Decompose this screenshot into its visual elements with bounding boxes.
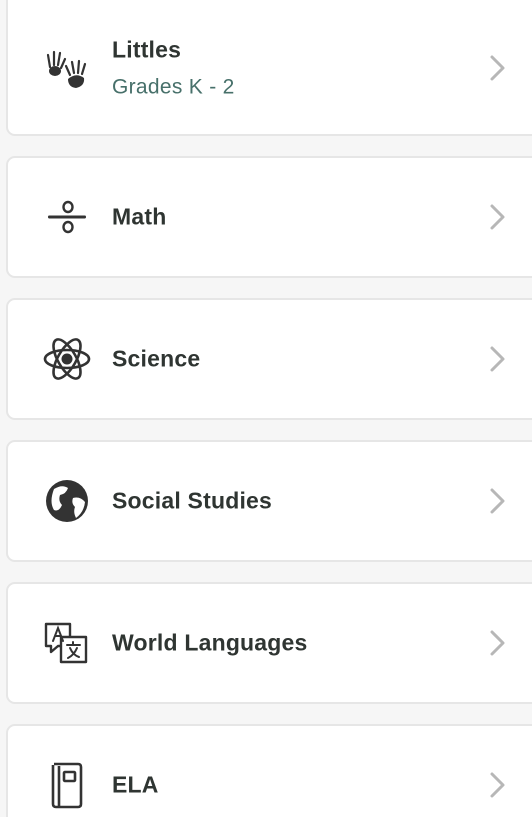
fraction-icon xyxy=(40,190,94,244)
subject-title: ELA xyxy=(112,771,159,798)
subject-card-science[interactable]: Science xyxy=(6,298,532,420)
subject-title: Science xyxy=(112,345,201,372)
globe-icon xyxy=(40,474,94,528)
chevron-right-icon xyxy=(490,630,505,656)
subject-title: Social Studies xyxy=(112,487,273,514)
chevron-right-icon xyxy=(490,346,505,372)
subject-title: Littles xyxy=(112,36,182,63)
subject-title: Math xyxy=(112,203,167,230)
chevron-right-icon xyxy=(490,55,505,81)
subject-card-math[interactable]: Math xyxy=(6,156,532,278)
chevron-right-icon xyxy=(490,488,505,514)
subject-title: World Languages xyxy=(112,629,308,656)
book-icon xyxy=(40,758,94,812)
subject-card-world-languages[interactable]: World Languages xyxy=(6,582,532,704)
chevron-right-icon xyxy=(490,204,505,230)
subject-card-littles[interactable]: Littles Grades K - 2 xyxy=(6,0,532,136)
subject-card-social-studies[interactable]: Social Studies xyxy=(6,440,532,562)
subject-card-ela[interactable]: ELA xyxy=(6,724,532,817)
atom-icon xyxy=(40,332,94,386)
translate-icon xyxy=(40,616,94,670)
chevron-right-icon xyxy=(490,772,505,798)
handprints-icon xyxy=(40,41,94,95)
subject-subtitle: Grades K - 2 xyxy=(112,75,235,99)
subject-list: Littles Grades K - 2 Math Science Social… xyxy=(0,0,532,817)
